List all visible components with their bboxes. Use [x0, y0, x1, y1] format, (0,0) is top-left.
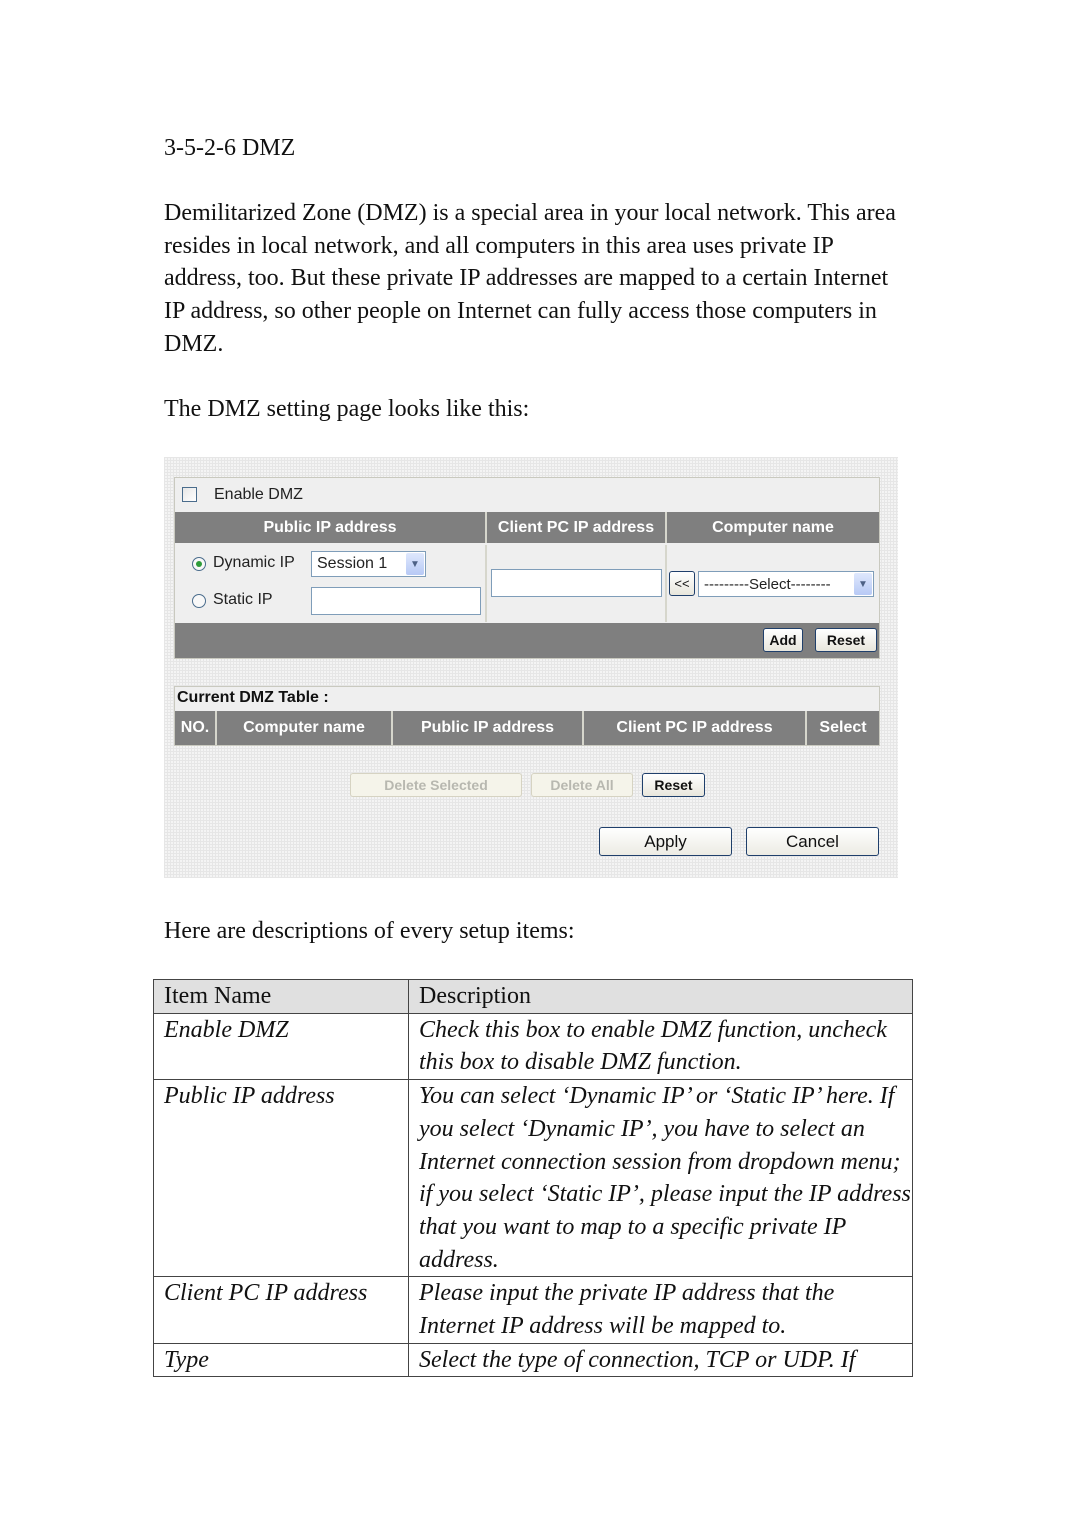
config-header-row: Public IP address Client PC IP address C… — [175, 512, 879, 543]
computer-name-cell: << ---------Select-------- ▼ — [667, 545, 879, 622]
dmz-table-header-row: NO. Computer name Public IP address Clie… — [175, 711, 879, 745]
desc-intro-text: Here are descriptions of every setup ite… — [164, 918, 575, 944]
enable-dmz-row: Enable DMZ — [175, 478, 879, 511]
copy-computer-button[interactable]: << — [669, 571, 695, 596]
apply-button[interactable]: Apply — [599, 827, 732, 856]
public-ip-cell: Dynamic IP Session 1 ▼ Static IP — [175, 545, 487, 622]
item-description: Please input the private IP address that… — [408, 1276, 913, 1344]
header-description: Description — [408, 979, 913, 1014]
item-name: Enable DMZ — [153, 1012, 409, 1081]
table-reset-button[interactable]: Reset — [642, 773, 705, 797]
col-computer-name: Computer name — [217, 711, 393, 745]
item-description: Select the type of connection, TCP or UD… — [408, 1342, 913, 1378]
static-ip-input[interactable] — [311, 587, 481, 615]
config-input-row: Dynamic IP Session 1 ▼ Static IP << ----… — [175, 545, 879, 622]
client-pc-ip-cell — [487, 545, 667, 622]
config-footer-row: Add Reset — [175, 623, 879, 658]
delete-selected-button[interactable]: Delete Selected — [350, 773, 522, 797]
col-client-pc-ip: Client PC IP address — [584, 711, 807, 745]
static-ip-label: Static IP — [213, 591, 273, 608]
computer-name-select[interactable]: ---------Select-------- ▼ — [698, 571, 874, 597]
dynamic-ip-radio[interactable] — [192, 557, 206, 571]
header-computer-name: Computer name — [712, 518, 834, 536]
static-ip-radio[interactable] — [192, 594, 206, 608]
session-select[interactable]: Session 1 ▼ — [311, 551, 426, 577]
current-dmz-table-title: Current DMZ Table : — [177, 689, 329, 706]
table-row: Enable DMZ Check this box to enable DMZ … — [153, 1012, 913, 1081]
reset-button[interactable]: Reset — [815, 628, 877, 652]
add-button[interactable]: Add — [763, 628, 803, 652]
dmz-settings-screenshot: Enable DMZ Public IP address Client PC I… — [164, 457, 898, 878]
table-row: Type Select the type of connection, TCP … — [153, 1342, 913, 1378]
client-pc-ip-input[interactable] — [491, 569, 662, 597]
col-no: NO. — [175, 711, 217, 745]
setting-intro-text: The DMZ setting page looks like this: — [164, 396, 530, 422]
computer-name-select-value: ---------Select-------- — [704, 575, 831, 593]
cancel-button[interactable]: Cancel — [746, 827, 879, 856]
table-row: Client PC IP address Please input the pr… — [153, 1276, 913, 1344]
enable-dmz-label: Enable DMZ — [214, 485, 303, 503]
col-select: Select — [819, 719, 867, 736]
header-item-name: Item Name — [153, 979, 409, 1014]
item-name: Type — [153, 1342, 409, 1378]
enable-dmz-checkbox[interactable] — [182, 487, 197, 502]
chevron-down-icon[interactable]: ▼ — [854, 573, 872, 595]
dmz-config-box: Enable DMZ Public IP address Client PC I… — [174, 477, 880, 659]
header-client-pc-ip: Client PC IP address — [487, 512, 667, 543]
chevron-down-icon[interactable]: ▼ — [406, 553, 424, 575]
description-header-row: Item Name Description — [153, 979, 913, 1014]
item-name: Client PC IP address — [153, 1276, 409, 1344]
header-public-ip: Public IP address — [175, 512, 487, 543]
item-description: You can select ‘Dynamic IP’ or ‘Static I… — [408, 1079, 913, 1278]
item-name: Public IP address — [153, 1079, 409, 1278]
session-select-value: Session 1 — [317, 555, 388, 572]
current-dmz-table: Current DMZ Table : NO. Computer name Pu… — [174, 686, 880, 746]
description-table: Item Name Description Enable DMZ Check t… — [153, 979, 913, 1378]
section-title: 3-5-2-6 DMZ — [164, 135, 296, 161]
dynamic-ip-label: Dynamic IP — [213, 554, 295, 571]
table-row: Public IP address You can select ‘Dynami… — [153, 1079, 913, 1278]
intro-paragraph: Demilitarized Zone (DMZ) is a special ar… — [164, 200, 896, 357]
item-description: Check this box to enable DMZ function, u… — [408, 1012, 913, 1081]
delete-all-button[interactable]: Delete All — [531, 773, 633, 797]
col-public-ip: Public IP address — [393, 711, 584, 745]
